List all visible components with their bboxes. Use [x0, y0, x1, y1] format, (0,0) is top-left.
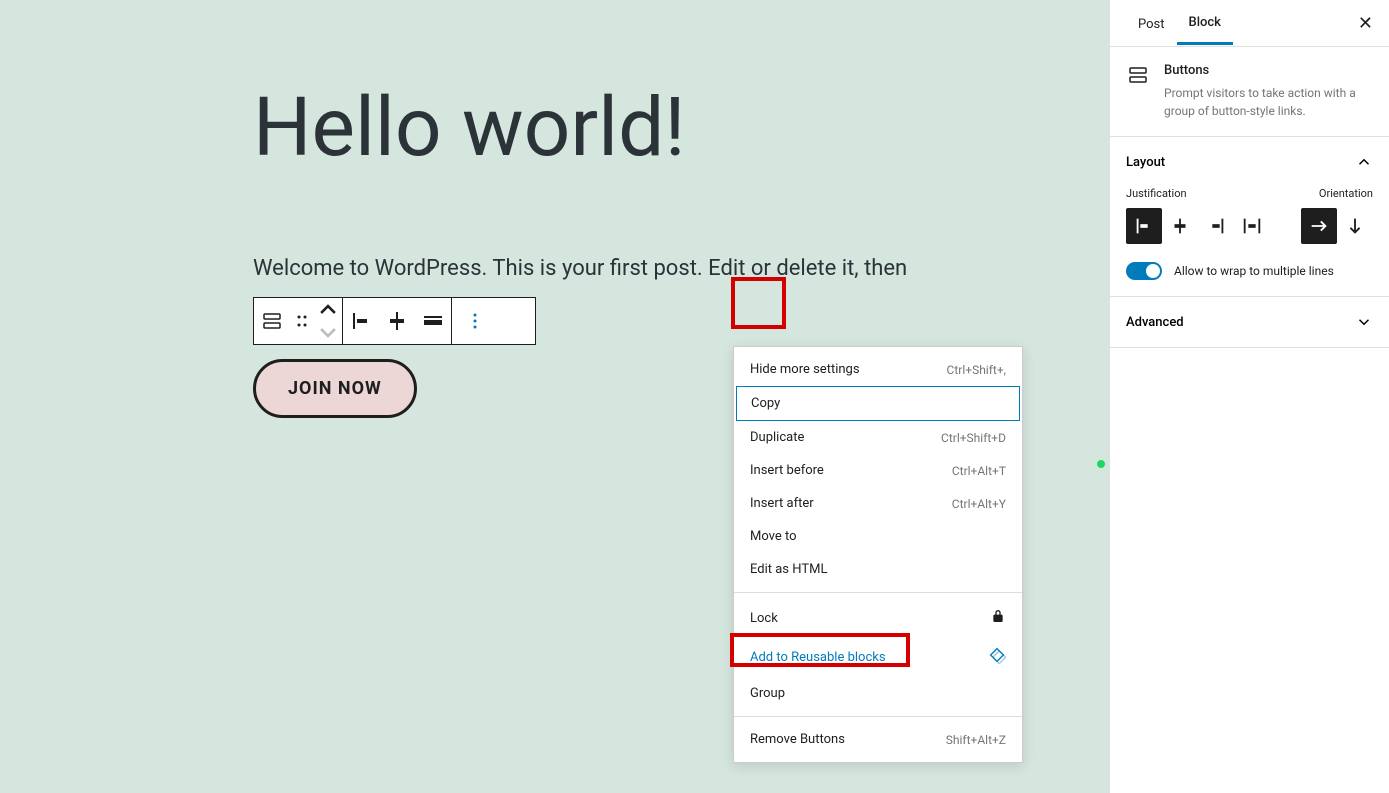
orientation-vertical-button[interactable]: [1337, 208, 1373, 244]
orientation-label: Orientation: [1319, 187, 1373, 200]
orientation-horizontal-button[interactable]: [1301, 208, 1337, 244]
post-paragraph[interactable]: Welcome to WordPress. This is your first…: [253, 256, 1109, 281]
chevron-up-icon: [1355, 153, 1373, 171]
chevron-down-icon: [1355, 313, 1373, 331]
menu-label: Insert before: [750, 463, 824, 478]
menu-shortcut: Ctrl+Shift+,: [947, 363, 1006, 377]
menu-move-to[interactable]: Move to: [734, 520, 1022, 553]
justify-space-button[interactable]: [1234, 208, 1270, 244]
highlight-annotation: [731, 277, 786, 329]
menu-duplicate[interactable]: Duplicate Ctrl+Shift+D: [734, 421, 1022, 454]
block-info: Buttons Prompt visitors to take action w…: [1110, 47, 1389, 137]
justify-left-button[interactable]: [1126, 208, 1162, 244]
tab-block[interactable]: Block: [1177, 1, 1233, 45]
menu-insert-after[interactable]: Insert after Ctrl+Alt+Y: [734, 487, 1022, 520]
menu-shortcut: Ctrl+Shift+D: [941, 431, 1006, 445]
menu-insert-before[interactable]: Insert before Ctrl+Alt+T: [734, 454, 1022, 487]
align-icon[interactable]: [379, 298, 415, 344]
reusable-icon: [988, 646, 1006, 668]
menu-label: Group: [750, 686, 785, 701]
menu-lock[interactable]: Lock: [734, 599, 1022, 637]
menu-label: Lock: [750, 611, 778, 626]
advanced-panel: Advanced: [1110, 297, 1389, 348]
close-icon[interactable]: ✕: [1358, 13, 1373, 34]
menu-copy[interactable]: Copy: [736, 386, 1020, 421]
block-description: Prompt visitors to take action with a gr…: [1164, 84, 1373, 120]
buttons-block-icon: [1126, 63, 1150, 120]
more-options-icon[interactable]: [452, 298, 498, 344]
wrap-toggle[interactable]: [1126, 262, 1162, 280]
menu-label: Add to Reusable blocks: [750, 650, 886, 665]
panel-title: Advanced: [1126, 315, 1184, 330]
sidebar-tabs: Post Block ✕: [1110, 0, 1389, 47]
justify-left-icon[interactable]: [343, 298, 379, 344]
menu-edit-html[interactable]: Edit as HTML: [734, 553, 1022, 586]
menu-shortcut: Ctrl+Alt+T: [952, 464, 1006, 478]
block-options-menu: Hide more settings Ctrl+Shift+, Copy Dup…: [733, 346, 1023, 763]
panel-title: Layout: [1126, 155, 1165, 170]
width-icon[interactable]: [415, 298, 451, 344]
menu-label: Remove Buttons: [750, 732, 845, 747]
post-title[interactable]: Hello world!: [253, 80, 1109, 176]
lock-icon: [990, 608, 1006, 628]
menu-label: Duplicate: [750, 430, 804, 445]
justify-center-button[interactable]: [1162, 208, 1198, 244]
layout-panel-toggle[interactable]: Layout: [1110, 137, 1389, 187]
menu-label: Insert after: [750, 496, 814, 511]
menu-remove[interactable]: Remove Buttons Shift+Alt+Z: [734, 723, 1022, 756]
menu-add-reusable[interactable]: Add to Reusable blocks: [734, 637, 1022, 677]
move-updown-icon[interactable]: [314, 298, 342, 344]
menu-label: Hide more settings: [750, 362, 860, 377]
block-type-icon[interactable]: [254, 298, 290, 344]
layout-panel: Layout Justification Orientation: [1110, 137, 1389, 297]
tab-post[interactable]: Post: [1126, 3, 1177, 44]
menu-label: Edit as HTML: [750, 562, 827, 577]
editor-canvas: Hello world! Welcome to WordPress. This …: [0, 0, 1109, 793]
block-name: Buttons: [1164, 63, 1373, 78]
justify-right-button[interactable]: [1198, 208, 1234, 244]
menu-shortcut: Shift+Alt+Z: [946, 733, 1006, 747]
block-toolbar: [253, 297, 536, 345]
settings-sidebar: Post Block ✕ Buttons Prompt visitors to …: [1109, 0, 1389, 793]
menu-group[interactable]: Group: [734, 677, 1022, 710]
status-dot: [1097, 460, 1105, 468]
join-now-button[interactable]: JOIN NOW: [253, 359, 417, 418]
menu-hide-settings[interactable]: Hide more settings Ctrl+Shift+,: [734, 353, 1022, 386]
drag-handle-icon[interactable]: [290, 298, 314, 344]
justification-label: Justification: [1126, 187, 1187, 200]
menu-shortcut: Ctrl+Alt+Y: [952, 497, 1006, 511]
advanced-panel-toggle[interactable]: Advanced: [1110, 297, 1389, 347]
menu-label: Copy: [751, 396, 780, 411]
wrap-toggle-label: Allow to wrap to multiple lines: [1174, 264, 1334, 278]
menu-label: Move to: [750, 529, 797, 544]
